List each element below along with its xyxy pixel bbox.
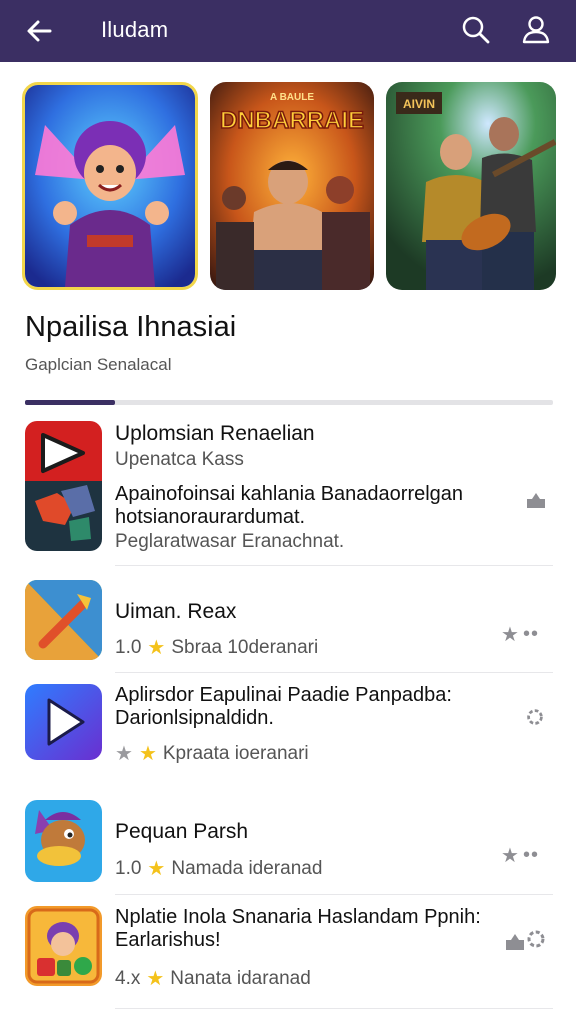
banner-dnbarraie[interactable]: A BAULE DNBARRAIE [210, 82, 374, 290]
app-meta-text: Nanata idaranad [170, 967, 311, 989]
search-icon[interactable] [458, 12, 494, 48]
banner-logo: AIVIN [403, 97, 435, 111]
carousel-progress-fill [25, 400, 115, 405]
app-name: Pequan Parsh [115, 820, 249, 843]
app-icon-fox [25, 800, 102, 882]
app-meta-text: Namada ideranad [171, 857, 323, 879]
banner-logo: DNBARRAIE [220, 107, 364, 134]
star-outline-icon: ★ [115, 743, 133, 765]
app-description: Apainofoinsai kahlania Banadaorrelgan ho… [115, 483, 464, 528]
app-icon-play-blue [25, 684, 102, 760]
section-title: Npailisa Ihnasiai [25, 311, 237, 343]
divider [115, 894, 553, 895]
app-name: Nplatie Inola Snanaria Haslandam Ppnih: … [115, 906, 481, 951]
item-actions[interactable]: ★ •• [501, 622, 539, 647]
app-meta: 1.0 ★ Sbraa 10deranari [115, 635, 318, 660]
app-meta: 4.x ★ Nanata idaranad [115, 966, 311, 991]
banner-fairy-warrior[interactable] [22, 82, 198, 290]
app-rating: 1.0 [115, 636, 142, 658]
star-icon: ★ [147, 858, 166, 880]
app-icon-arrow [25, 580, 102, 660]
banner-logo-top: A BAULE [270, 92, 314, 103]
star-icon[interactable]: ★ [501, 622, 519, 647]
app-name: Uiman. Reax [115, 600, 237, 623]
divider [115, 672, 553, 673]
app-meta-text: Sbraa 10deranari [171, 636, 319, 658]
app-meta: 1.0 ★ Namada ideranad [115, 856, 322, 881]
page-title: Iludam [101, 17, 169, 42]
app-meta-text: Kpraata ioeranari [162, 742, 309, 764]
star-icon: ★ [138, 743, 157, 765]
app-rating: 1.0 [115, 857, 142, 879]
app-rating: 4.x [115, 967, 141, 989]
divider [115, 565, 553, 566]
install-icon[interactable] [524, 488, 548, 512]
app-note: Peglaratwasar Eranachnat. [115, 531, 345, 552]
app-icon-play [25, 421, 102, 551]
more-icon[interactable]: •• [523, 844, 539, 867]
install-icon[interactable] [504, 928, 548, 952]
account-icon[interactable] [518, 12, 554, 48]
divider [115, 1008, 553, 1009]
app-name: Aplirsdor Eapulinai Paadie Panpadba: Dar… [115, 684, 452, 729]
app-name: Uplomsian Renaelian [115, 422, 315, 445]
star-icon: ★ [147, 637, 166, 659]
app-icon-character [25, 906, 102, 986]
arrow-left-icon[interactable] [22, 13, 58, 49]
app-developer: Upenatca Kass [115, 449, 244, 470]
star-icon: ★ [146, 968, 165, 990]
banner-guitar-heroes[interactable]: AIVIN [386, 82, 556, 290]
section-subtitle: Gaplcian Senalacal [25, 355, 172, 374]
star-icon[interactable]: ★ [501, 843, 519, 868]
more-icon[interactable]: •• [523, 623, 539, 646]
settings-icon[interactable] [524, 706, 546, 728]
top-app-bar: Iludam [0, 0, 576, 62]
item-actions[interactable]: ★ •• [501, 843, 539, 868]
app-meta: ★ ★ Kpraata ioeranari [115, 741, 309, 766]
carousel-progress [25, 400, 553, 405]
